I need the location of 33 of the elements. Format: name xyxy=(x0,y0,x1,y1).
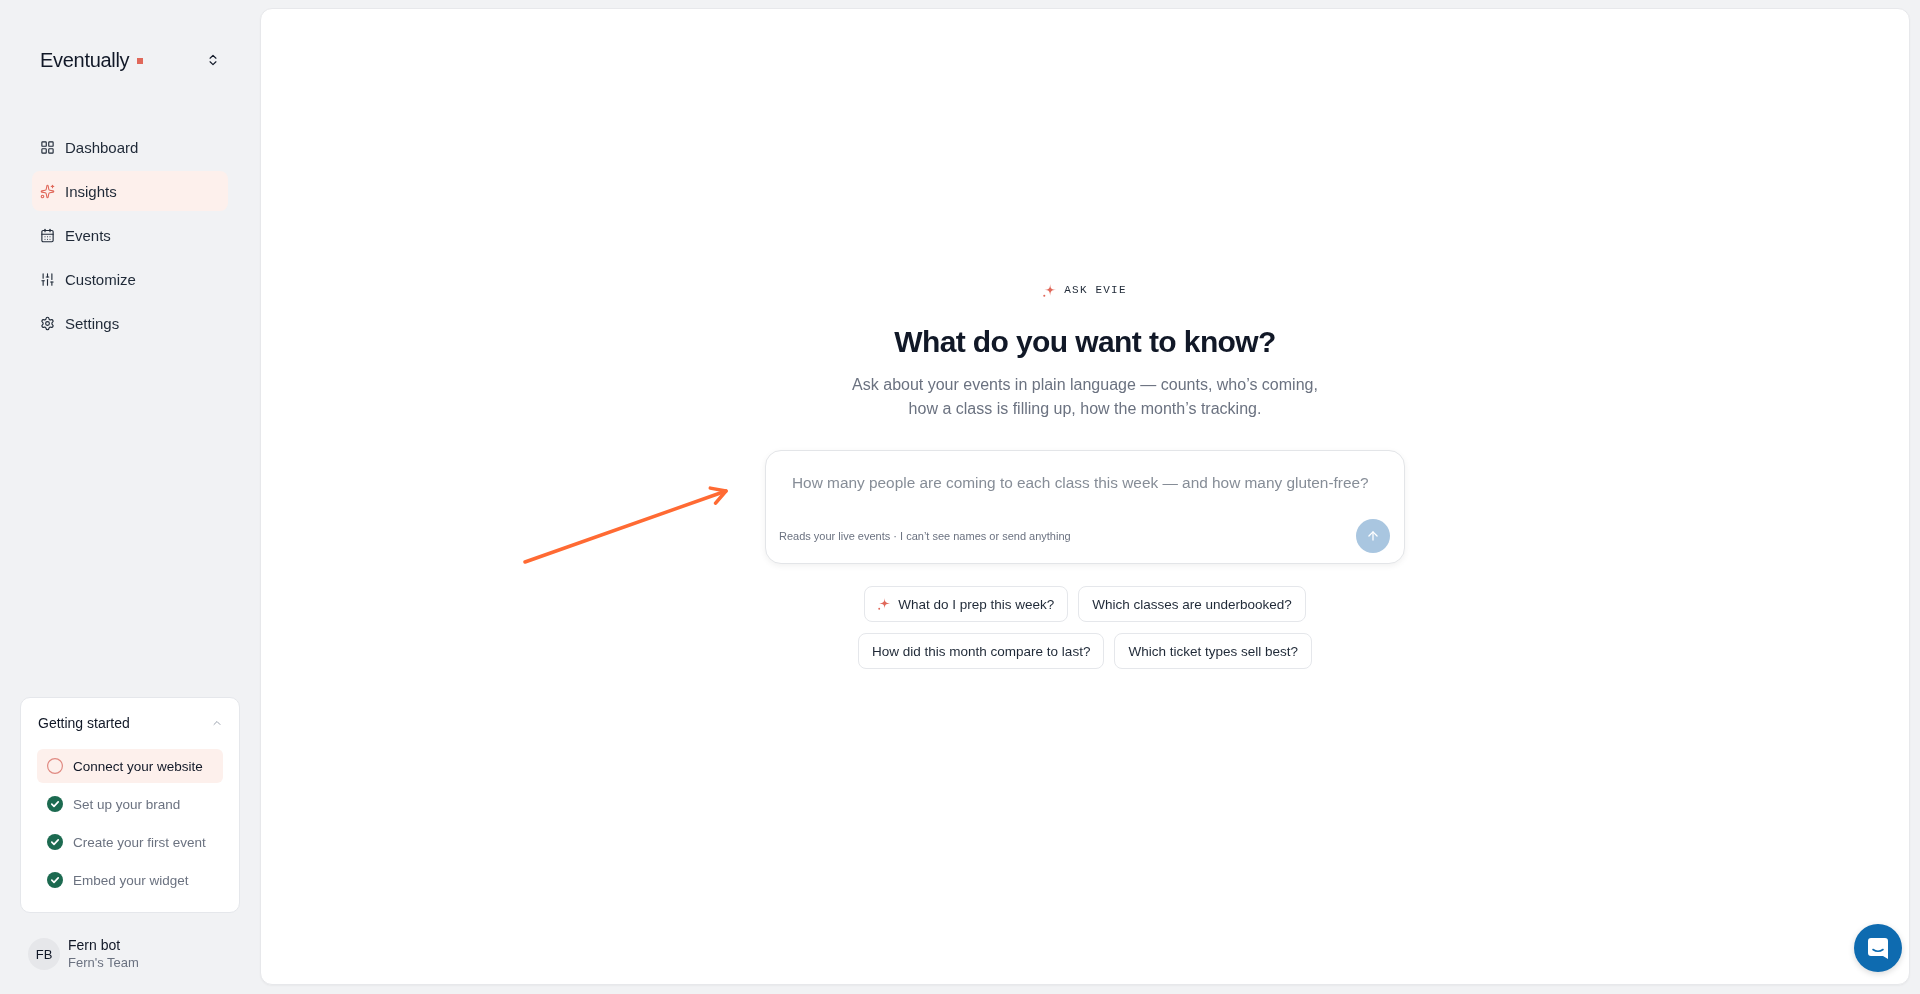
prompt-box[interactable]: How many people are coming to each class this week — and how many gluten-free? Reads your live events · I can’t see names or send anything xyxy=(765,450,1405,564)
suggestion-chip[interactable]: Which classes are underbooked? xyxy=(1078,586,1306,622)
arrow-up-icon xyxy=(1366,529,1380,543)
sliders-icon xyxy=(40,271,55,287)
nav-item[interactable]: Events xyxy=(32,215,228,255)
card-title: Getting started xyxy=(38,714,130,733)
settings-icon xyxy=(40,315,55,331)
team-name: Fern's Team xyxy=(68,954,139,971)
nav-item[interactable]: Settings xyxy=(32,303,228,343)
page-subtitle: Ask about your events in plain language — counts, who’s coming, how a class is filling up, how the month’s tracking. xyxy=(851,375,1319,419)
sparkles-icon xyxy=(40,183,55,199)
nav-item[interactable]: Customize xyxy=(32,259,228,299)
checklist-step[interactable]: Connect your website xyxy=(37,749,223,783)
calendar-icon xyxy=(40,227,55,243)
suggestion-chip[interactable]: How did this month compare to last? xyxy=(858,633,1105,669)
checklist-step[interactable]: Set up your brand xyxy=(37,787,223,821)
user-avatar: FB xyxy=(28,938,60,970)
checklist-step[interactable]: Create your first event xyxy=(37,825,223,859)
eyebrow-label: ASK EVIE xyxy=(1064,283,1127,297)
brand-name: Eventually xyxy=(40,48,130,73)
sparkle-icon xyxy=(878,598,891,610)
suggestion-chip[interactable]: What do I prep this week? xyxy=(864,586,1069,622)
user-name: Fern bot xyxy=(68,937,122,954)
suggestion-chip[interactable]: Which ticket types sell best? xyxy=(1114,633,1312,669)
nav-item[interactable]: Insights xyxy=(32,171,228,211)
checklist-step[interactable]: Embed your widget xyxy=(37,863,223,897)
nav-item[interactable]: Dashboard xyxy=(32,127,228,167)
prompt-hint: Reads your live events · I can’t see names or send anything xyxy=(779,530,1071,542)
page-heading: What do you want to know? xyxy=(894,324,1276,360)
question-input[interactable]: How many people are coming to each class this week — and how many gluten-free? xyxy=(766,451,1404,519)
grid-icon xyxy=(40,139,55,155)
chat-bubble-icon xyxy=(1868,937,1888,959)
square-mark-icon xyxy=(137,58,144,64)
